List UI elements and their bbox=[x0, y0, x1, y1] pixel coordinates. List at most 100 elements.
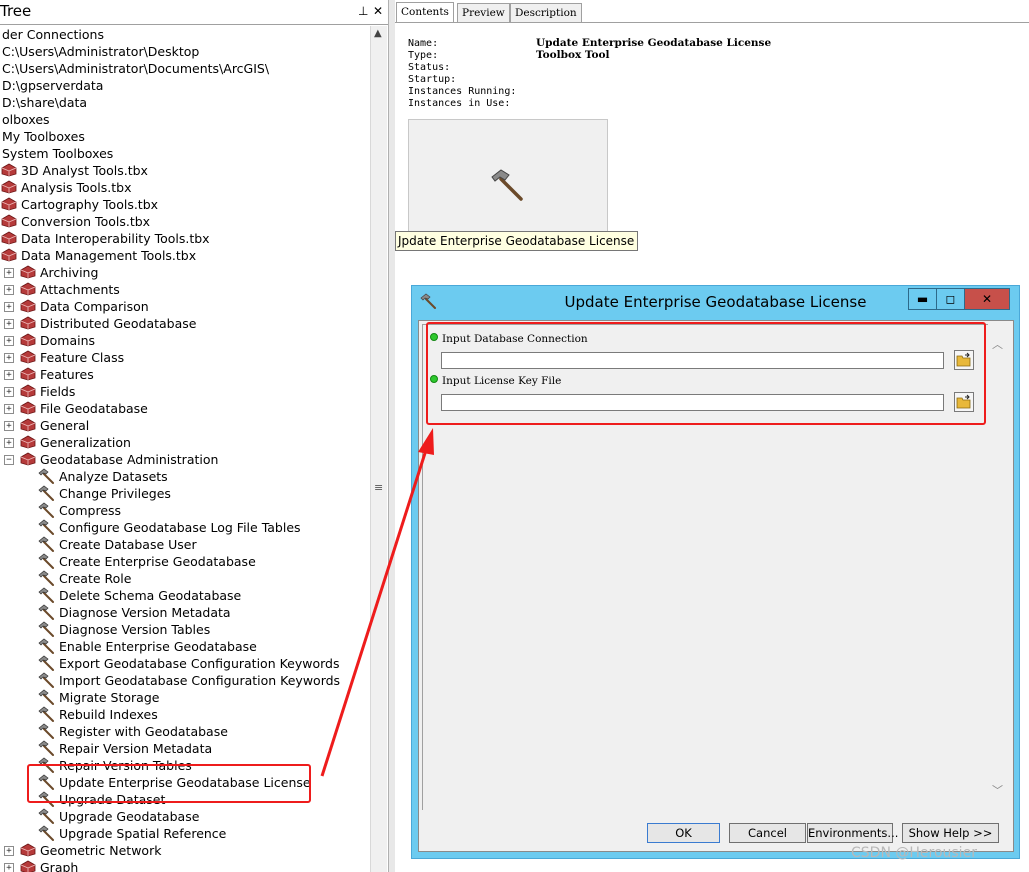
tree-item[interactable]: + Geometric Network bbox=[0, 842, 370, 859]
show-help-button[interactable]: Show Help >> bbox=[902, 823, 999, 843]
tree-item[interactable]: D:\gpserverdata bbox=[0, 77, 370, 94]
collapse-icon[interactable]: − bbox=[4, 455, 14, 465]
expand-icon[interactable]: + bbox=[4, 353, 14, 363]
tree-item[interactable]: Analysis Tools.tbx bbox=[0, 179, 370, 196]
tree-item[interactable]: + Archiving bbox=[0, 264, 370, 281]
database-connection-input[interactable] bbox=[441, 352, 944, 369]
expand-icon[interactable]: + bbox=[4, 421, 14, 431]
expand-icon[interactable]: + bbox=[4, 846, 14, 856]
tree-item[interactable]: My Toolboxes bbox=[0, 128, 370, 145]
tree-item[interactable]: + File Geodatabase bbox=[0, 400, 370, 417]
tree-item[interactable]: Upgrade Dataset bbox=[0, 791, 370, 808]
info-label: Status: bbox=[408, 62, 451, 73]
hammer-icon bbox=[38, 825, 54, 841]
tree-item-label: Create Role bbox=[59, 571, 132, 586]
tree-item[interactable]: Diagnose Version Metadata bbox=[0, 604, 370, 621]
tree-item[interactable]: Repair Version Tables bbox=[0, 757, 370, 774]
tree-item[interactable]: Create Database User bbox=[0, 536, 370, 553]
tree-item[interactable]: olboxes bbox=[0, 111, 370, 128]
tree-item[interactable]: System Toolboxes bbox=[0, 145, 370, 162]
expand-icon[interactable]: + bbox=[4, 438, 14, 448]
browse-database-button[interactable] bbox=[954, 350, 974, 370]
browse-license-button[interactable] bbox=[954, 392, 974, 412]
tree-item[interactable]: + Distributed Geodatabase bbox=[0, 315, 370, 332]
tree-item[interactable]: Configure Geodatabase Log File Tables bbox=[0, 519, 370, 536]
tree-item[interactable]: Cartography Tools.tbx bbox=[0, 196, 370, 213]
tree-item[interactable]: Register with Geodatabase bbox=[0, 723, 370, 740]
tree-item[interactable]: der Connections bbox=[0, 26, 370, 43]
tree-item[interactable]: Repair Version Metadata bbox=[0, 740, 370, 757]
tree-item-label: olboxes bbox=[2, 112, 50, 127]
toolbox-icon bbox=[1, 180, 17, 194]
expand-icon[interactable]: + bbox=[4, 863, 14, 872]
tree-item[interactable]: + Data Comparison bbox=[0, 298, 370, 315]
expand-icon[interactable]: + bbox=[4, 370, 14, 380]
hammer-icon bbox=[38, 774, 54, 790]
tree-item[interactable]: + Features bbox=[0, 366, 370, 383]
close-button[interactable]: ✕ bbox=[964, 288, 1010, 310]
tree-item[interactable]: Upgrade Spatial Reference bbox=[0, 825, 370, 842]
dialog-titlebar[interactable]: Update Enterprise Geodatabase License ▬ … bbox=[412, 286, 1019, 320]
environments-button[interactable]: Environments... bbox=[807, 823, 898, 843]
tree-item[interactable]: Export Geodatabase Configuration Keyword… bbox=[0, 655, 370, 672]
tree-item[interactable]: Data Interoperability Tools.tbx bbox=[0, 230, 370, 247]
toolbox-icon bbox=[1, 248, 17, 262]
close-pane-icon[interactable]: ✕ bbox=[373, 3, 383, 19]
toolbox-icon bbox=[1, 197, 17, 211]
scroll-grip-icon[interactable]: ≡ bbox=[374, 481, 383, 494]
minimize-button[interactable]: ▬ bbox=[908, 288, 937, 310]
expand-icon[interactable]: + bbox=[4, 336, 14, 346]
tree-item[interactable]: C:\Users\Administrator\Desktop bbox=[0, 43, 370, 60]
tree-item[interactable]: + Domains bbox=[0, 332, 370, 349]
scroll-up-icon[interactable]: ▲ bbox=[374, 28, 382, 39]
expand-icon[interactable]: + bbox=[4, 302, 14, 312]
expand-icon[interactable]: + bbox=[4, 319, 14, 329]
maximize-button[interactable]: ◻ bbox=[936, 288, 965, 310]
tree-item[interactable]: Diagnose Version Tables bbox=[0, 621, 370, 638]
tree-item[interactable]: D:\share\data bbox=[0, 94, 370, 111]
expand-icon[interactable]: + bbox=[4, 404, 14, 414]
tree-item[interactable]: + Attachments bbox=[0, 281, 370, 298]
tab-preview[interactable]: Preview bbox=[457, 3, 510, 22]
tree-scrollbar[interactable]: ▲ ≡ bbox=[370, 26, 387, 872]
scroll-down-icon[interactable]: ﹀ bbox=[992, 782, 1003, 798]
tree-item[interactable]: Upgrade Geodatabase bbox=[0, 808, 370, 825]
tree-item-label: Upgrade Spatial Reference bbox=[59, 826, 227, 841]
tree-item[interactable]: + Graph bbox=[0, 859, 370, 872]
tree-item-label: Feature Class bbox=[40, 350, 125, 365]
tree-item[interactable]: − Geodatabase Administration bbox=[0, 451, 370, 468]
tree-item[interactable]: Analyze Datasets bbox=[0, 468, 370, 485]
parameter-scrollbar[interactable]: ︿ ﹀ bbox=[988, 324, 1006, 809]
tree-item-label: Diagnose Version Metadata bbox=[59, 605, 231, 620]
expand-icon[interactable]: + bbox=[4, 387, 14, 397]
scroll-up-icon[interactable]: ︿ bbox=[992, 336, 1003, 352]
tree-item[interactable]: Import Geodatabase Configuration Keyword… bbox=[0, 672, 370, 689]
expand-icon[interactable]: + bbox=[4, 268, 14, 278]
tree-item[interactable]: Data Management Tools.tbx bbox=[0, 247, 370, 264]
toolbox-icon bbox=[20, 367, 36, 381]
tree-item[interactable]: Rebuild Indexes bbox=[0, 706, 370, 723]
tree-item-label: Domains bbox=[40, 333, 96, 348]
tree-item[interactable]: 3D Analyst Tools.tbx bbox=[0, 162, 370, 179]
tree-item[interactable]: Migrate Storage bbox=[0, 689, 370, 706]
tree-item[interactable]: Create Enterprise Geodatabase bbox=[0, 553, 370, 570]
tab-contents[interactable]: Contents bbox=[396, 2, 454, 23]
tree-item[interactable]: Delete Schema Geodatabase bbox=[0, 587, 370, 604]
tree-item[interactable]: + Feature Class bbox=[0, 349, 370, 366]
tree-item[interactable]: Conversion Tools.tbx bbox=[0, 213, 370, 230]
pin-icon[interactable]: ⊥ bbox=[358, 3, 368, 19]
tree-item[interactable]: Update Enterprise Geodatabase License bbox=[0, 774, 370, 791]
tree-item[interactable]: Change Privileges bbox=[0, 485, 370, 502]
tree-item[interactable]: + General bbox=[0, 417, 370, 434]
license-key-file-input[interactable] bbox=[441, 394, 944, 411]
tree-item[interactable]: + Fields bbox=[0, 383, 370, 400]
tree-item[interactable]: Create Role bbox=[0, 570, 370, 587]
tree-item[interactable]: + Generalization bbox=[0, 434, 370, 451]
tree-item[interactable]: Compress bbox=[0, 502, 370, 519]
tree-item[interactable]: C:\Users\Administrator\Documents\ArcGIS\ bbox=[0, 60, 370, 77]
cancel-button[interactable]: Cancel bbox=[729, 823, 806, 843]
tree-item[interactable]: Enable Enterprise Geodatabase bbox=[0, 638, 370, 655]
expand-icon[interactable]: + bbox=[4, 285, 14, 295]
ok-button[interactable]: OK bbox=[647, 823, 720, 843]
tab-description[interactable]: Description bbox=[510, 3, 582, 22]
